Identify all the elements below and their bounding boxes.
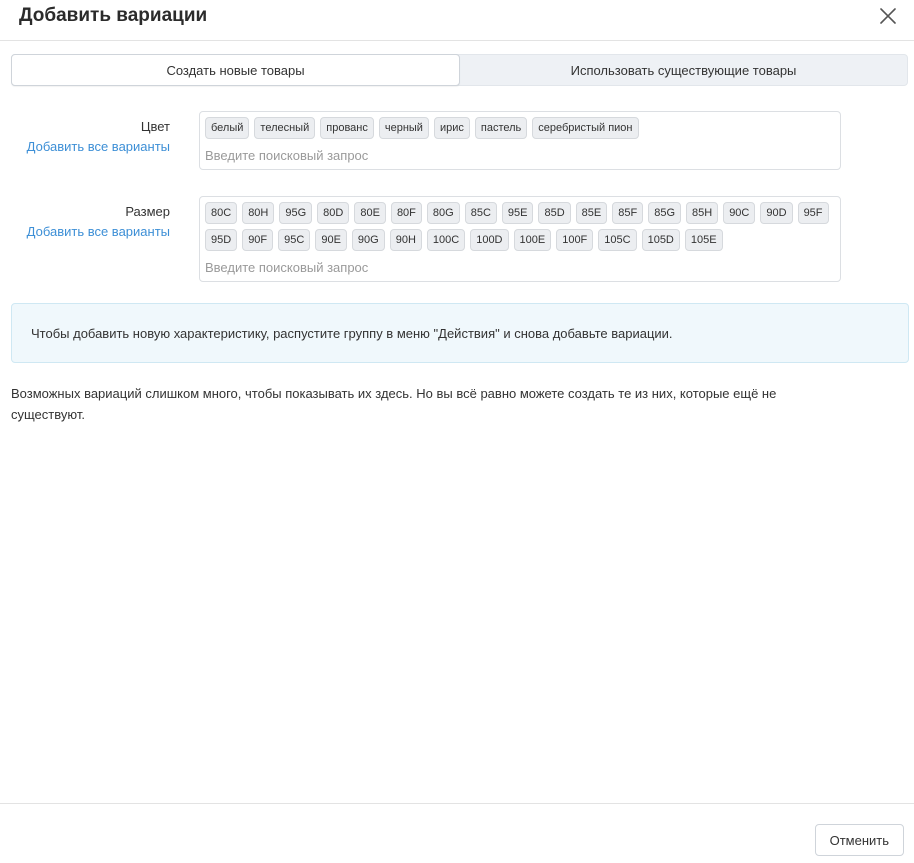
value-tag[interactable]: 100D bbox=[470, 229, 509, 251]
close-icon bbox=[880, 8, 896, 24]
color-search-input[interactable] bbox=[205, 144, 834, 166]
add-all-values-link[interactable]: Добавить все варианты bbox=[27, 139, 170, 154]
info-notice: Чтобы добавить новую характеристику, рас… bbox=[11, 303, 909, 363]
cancel-button[interactable]: Отменить bbox=[814, 824, 904, 856]
notice-text: Чтобы добавить новую характеристику, рас… bbox=[31, 325, 673, 341]
value-tag[interactable]: белый bbox=[205, 117, 250, 139]
value-tag[interactable]: 80G bbox=[426, 202, 460, 224]
value-tag[interactable]: 90E bbox=[315, 229, 347, 251]
tab-create-new[interactable]: Создать новые товары bbox=[11, 54, 460, 86]
add-all-values-link[interactable]: Добавить все варианты bbox=[27, 224, 170, 239]
value-tag[interactable]: черный bbox=[378, 117, 429, 139]
value-tag[interactable]: 100E bbox=[513, 229, 552, 251]
value-tag[interactable]: 100F bbox=[556, 229, 594, 251]
value-tag[interactable]: 85C bbox=[464, 202, 497, 224]
value-tag[interactable]: 90F bbox=[242, 229, 274, 251]
value-tag[interactable]: 80D bbox=[317, 202, 350, 224]
color-tags: белый телесный прованс черный ирис пастель сер… bbox=[205, 117, 834, 144]
attribute-row-color: Цвет Добавить все варианты белый телесный… bbox=[0, 111, 914, 171]
too-many-variations-text: Возможных вариаций слишком много, чтобы … bbox=[11, 386, 777, 422]
value-tag[interactable]: 80E bbox=[354, 202, 386, 224]
value-tag[interactable]: 85E bbox=[575, 202, 608, 224]
size-search-input[interactable] bbox=[205, 256, 834, 278]
value-tag[interactable]: 105C bbox=[598, 229, 637, 251]
value-tag[interactable]: 85F bbox=[612, 202, 644, 224]
value-tag[interactable]: 85G bbox=[648, 202, 681, 224]
value-tag[interactable]: серебристый пион bbox=[532, 117, 639, 139]
dialog-footer: Отменить bbox=[0, 803, 914, 863]
attribute-label: Цвет bbox=[140, 119, 170, 134]
tab-label: Создать новые товары bbox=[166, 62, 305, 78]
value-tag[interactable]: 95D bbox=[205, 229, 238, 251]
dialog-title: Добавить вариации bbox=[19, 5, 208, 26]
tab-label: Использовать существующие товары bbox=[570, 62, 797, 78]
size-tags: 80C 80H 95G 80D 80E 80F 80G 85C 95E 85D 85E 85F 85G 8… bbox=[205, 202, 834, 256]
value-tag[interactable]: 80C bbox=[205, 202, 238, 224]
attribute-row-size: Размер Добавить все варианты 80C 80H 95G 80… bbox=[0, 196, 914, 283]
value-tag[interactable]: 85D bbox=[538, 202, 571, 224]
size-values-field[interactable]: 80C 80H 95G 80D 80E 80F 80G 85C 95E 85D 85E 85F 85G 8… bbox=[199, 196, 841, 282]
value-tag[interactable]: 80F bbox=[390, 202, 422, 224]
tab-use-existing[interactable]: Использовать существующие товары bbox=[460, 55, 907, 85]
value-tag[interactable]: 90D bbox=[760, 202, 793, 224]
attribute-label: Размер bbox=[125, 204, 170, 219]
value-tag[interactable]: пастель bbox=[474, 117, 528, 139]
value-tag[interactable]: 90H bbox=[389, 229, 422, 251]
add-variations-dialog: Добавить вариации Создать новые товары И… bbox=[0, 0, 914, 863]
value-tag[interactable]: 95F bbox=[797, 202, 829, 224]
value-tag[interactable]: 85H bbox=[686, 202, 719, 224]
value-tag[interactable]: прованс bbox=[320, 117, 374, 139]
close-button[interactable] bbox=[878, 6, 898, 26]
value-tag[interactable]: 90G bbox=[351, 229, 385, 251]
value-tag[interactable]: 95E bbox=[501, 202, 534, 224]
mode-tabs: Создать новые товары Использовать сущест… bbox=[11, 54, 908, 86]
value-tag[interactable]: ирис bbox=[433, 117, 470, 139]
value-tag[interactable]: 95G bbox=[279, 202, 313, 224]
dialog-header: Добавить вариации bbox=[0, 0, 914, 41]
value-tag[interactable]: 105E bbox=[684, 229, 723, 251]
value-tag[interactable]: 105D bbox=[641, 229, 680, 251]
color-values-field[interactable]: белый телесный прованс черный ирис пастель сер… bbox=[199, 111, 841, 170]
value-tag[interactable]: 80H bbox=[242, 202, 275, 224]
value-tag[interactable]: 100C bbox=[426, 229, 466, 251]
value-tag[interactable]: 90C bbox=[723, 202, 756, 224]
value-tag[interactable]: 95C bbox=[278, 229, 311, 251]
value-tag[interactable]: телесный bbox=[254, 117, 316, 139]
